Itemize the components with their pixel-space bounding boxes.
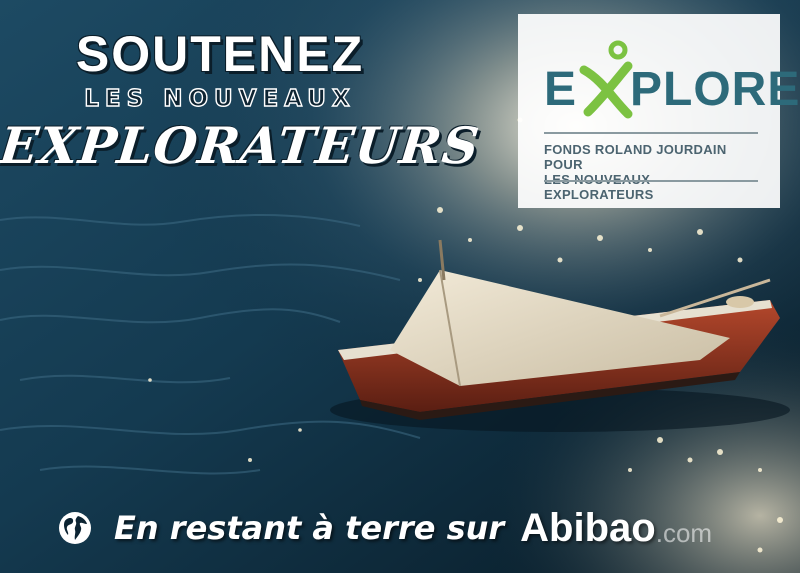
- abibao-brand[interactable]: Abibao: [520, 506, 656, 551]
- logo-subtitle-line1: FONDS ROLAND JOURDAIN POUR: [544, 142, 727, 172]
- footer-tagline: En restant à terre sur Abibao .com: [58, 506, 713, 551]
- globe-icon: [59, 512, 91, 544]
- explore-logo: E PLORE: [544, 40, 799, 124]
- logo-divider-top: [544, 132, 758, 134]
- logo-divider-bottom: [544, 180, 758, 182]
- logo-letters-plore: PLORE: [630, 63, 800, 116]
- headline-line-soutenez: SOUTENEZ: [75, 26, 365, 82]
- headline: SOUTENEZ LES NOUVEAUX EXPLORATEURS: [0, 26, 483, 175]
- ad-banner: SOUTENEZ LES NOUVEAUX EXPLORATEURS E PLO…: [0, 0, 800, 573]
- logo-subtitle: FONDS ROLAND JOURDAIN POUR LES NOUVEAUX …: [544, 142, 758, 202]
- headline-line-explorateurs: EXPLORATEURS: [0, 116, 483, 175]
- logo-subtitle-line2: LES NOUVEAUX EXPLORATEURS: [544, 172, 654, 202]
- abibao-brand-tld: .com: [655, 517, 713, 548]
- headline-line-les-nouveaux: LES NOUVEAUX: [84, 85, 356, 112]
- tagline-text: En restant à terre sur: [114, 509, 505, 547]
- explore-logo-card: E PLORE FONDS ROLAND JOURDAIN POUR LES N…: [518, 14, 799, 208]
